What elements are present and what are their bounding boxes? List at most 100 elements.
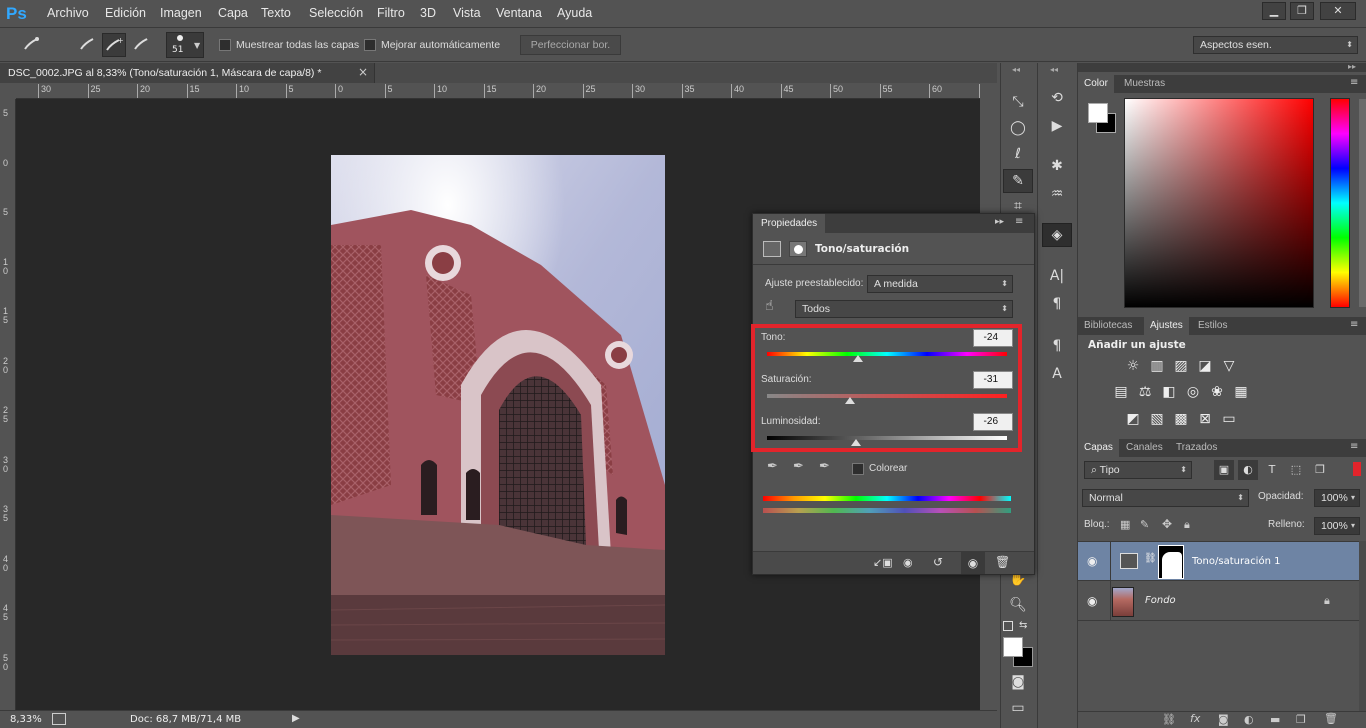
gradient-map-icon[interactable]: ▭ (1220, 410, 1238, 428)
lightness-input[interactable]: -26 (973, 413, 1013, 431)
filter-type-icon[interactable]: T (1262, 460, 1282, 480)
tab-libraries[interactable]: Bibliotecas (1078, 317, 1138, 335)
panel-menu-icon[interactable]: ≡ (1350, 441, 1358, 452)
menu-edicion[interactable]: Edición (105, 6, 146, 20)
foreground-color-chip[interactable] (1088, 103, 1108, 123)
layer-filter-select[interactable]: ⌕ Tipo ⬍ (1084, 461, 1192, 479)
foreground-color-swatch[interactable] (1003, 637, 1023, 657)
workspace-select[interactable]: Aspectos esen. ⬍ (1193, 36, 1358, 54)
paragraph-icon[interactable]: ¶ (1042, 293, 1072, 315)
quick-mask-icon[interactable]: ◙ (1003, 671, 1033, 693)
brightness-contrast-icon[interactable]: ☼ (1124, 357, 1142, 375)
channel-mixer-icon[interactable]: ❀ (1208, 383, 1226, 401)
visibility-eye-icon[interactable]: ◉ (1087, 554, 1097, 568)
status-menu-arrow-icon[interactable]: ▶ (292, 713, 300, 724)
document-tab[interactable]: DSC_0002.JPG al 8,33% (Tono/saturación 1… (0, 63, 375, 83)
lasso-tool-icon[interactable]: ℓ (1003, 143, 1033, 165)
layer-name[interactable]: Fondo (1145, 595, 1176, 606)
lock-transparent-icon[interactable]: ▦ (1120, 518, 1130, 531)
close-document-icon[interactable]: × (358, 65, 368, 79)
opacity-input[interactable]: 100% ▾ (1314, 489, 1360, 507)
filter-smart-object-icon[interactable]: ❐ (1310, 460, 1330, 480)
tab-properties[interactable]: Propiedades (753, 214, 826, 233)
reset-icon[interactable]: ↺ (933, 555, 943, 569)
panel-menu-icon[interactable]: ≡ (1350, 319, 1358, 330)
clip-to-layer-icon[interactable]: ↙▣ (873, 556, 893, 569)
layer-row-hue-saturation[interactable]: ◉ ⛓ Tono/saturación 1 (1078, 541, 1359, 582)
collapse-right-icon[interactable]: ▸▸ (1348, 62, 1356, 71)
quick-selection-tool-icon[interactable]: ✎ (1003, 169, 1033, 193)
menu-ayuda[interactable]: Ayuda (557, 6, 592, 20)
adjustment-icon[interactable] (763, 241, 781, 257)
tab-color[interactable]: Color (1078, 75, 1114, 93)
actions-play-icon[interactable]: ▶ (1042, 115, 1072, 137)
hue-saturation-icon[interactable]: ▤ (1112, 383, 1130, 401)
filter-toggle[interactable] (1353, 462, 1361, 476)
photo-filter-icon[interactable]: ◎ (1184, 383, 1202, 401)
new-layer-icon[interactable]: ❐ (1296, 713, 1306, 726)
marquee-tool-icon[interactable]: ◯ (1003, 117, 1033, 139)
new-selection-brush-icon[interactable] (76, 33, 100, 57)
expand-arrows-icon[interactable]: ▸▸ (995, 217, 1004, 227)
selective-color-icon[interactable]: ⊠ (1196, 410, 1214, 428)
menu-3d[interactable]: 3D (420, 6, 436, 20)
menu-filtro[interactable]: Filtro (377, 6, 405, 20)
levels-icon[interactable]: ▥ (1148, 357, 1166, 375)
fx-icon[interactable]: fx (1190, 712, 1200, 725)
colorize-checkbox[interactable] (852, 463, 864, 475)
new-adjustment-icon[interactable]: ◐ (1244, 713, 1254, 726)
threshold-icon[interactable]: ▩ (1172, 410, 1190, 428)
curves-icon[interactable]: ▨ (1172, 357, 1190, 375)
quick-selection-preset-icon[interactable] (20, 33, 44, 57)
layer-row-background[interactable]: ◉ Fondo 🔒︎ (1078, 582, 1359, 621)
color-balance-icon[interactable]: ⚖ (1136, 383, 1154, 401)
brushes-icon[interactable]: ♒ (1042, 183, 1072, 205)
targeted-adjustment-hand-icon[interactable]: ☝ (765, 298, 774, 314)
menu-ventana[interactable]: Ventana (496, 6, 542, 20)
panel-menu-icon[interactable]: ≡ (1350, 77, 1358, 88)
auto-enhance-checkbox[interactable] (364, 39, 376, 51)
brush-settings-icon[interactable]: ✱ (1042, 155, 1072, 177)
share-icon[interactable] (52, 713, 66, 725)
link-icon[interactable]: ⛓ (1144, 553, 1157, 564)
fill-input[interactable]: 100% ▾ (1314, 517, 1360, 535)
filter-pixel-icon[interactable]: ▣ (1214, 460, 1234, 480)
close-window-button[interactable]: ✕ (1320, 2, 1356, 20)
vibrance-icon[interactable]: ▽ (1220, 357, 1238, 375)
tab-swatches[interactable]: Muestras (1118, 75, 1171, 93)
collapse-arrows-icon[interactable]: ◂◂ (1050, 65, 1058, 74)
sample-all-layers-checkbox[interactable] (219, 39, 231, 51)
eyedropper-subtract-icon[interactable]: ✒ (819, 459, 830, 474)
color-scrollbar[interactable] (1359, 99, 1366, 307)
saturation-slider-track[interactable] (767, 394, 1007, 398)
channel-select[interactable]: Todos ⬍ (795, 300, 1013, 318)
vertical-ruler[interactable]: 5 0 5 1 0 1 5 2 0 2 5 3 0 3 5 4 0 4 5 5 0 (0, 99, 16, 710)
hue-strip[interactable] (1330, 98, 1350, 308)
color-field[interactable] (1124, 98, 1314, 308)
visibility-eye-icon[interactable]: ◉ (1087, 594, 1097, 608)
delete-icon[interactable]: 🗑︎ (995, 555, 1010, 569)
layers-scrollbar[interactable] (1359, 541, 1366, 711)
preset-select[interactable]: A medida ⬍ (867, 275, 1013, 293)
tab-styles[interactable]: Estilos (1192, 317, 1233, 335)
horizontal-ruler[interactable]: 302520151050510152025303540455055606 (16, 83, 980, 99)
menu-archivo[interactable]: Archivo (47, 6, 89, 20)
delete-layer-icon[interactable]: 🗑︎ (1324, 712, 1338, 725)
panel-menu-icon[interactable]: ≡ (1015, 216, 1023, 227)
document-photo[interactable] (331, 155, 665, 655)
default-colors-icon[interactable] (1003, 621, 1013, 631)
layer-mask-thumbnail[interactable] (1158, 545, 1184, 579)
black-white-icon[interactable]: ◧ (1160, 383, 1178, 401)
filter-adjustment-icon[interactable]: ◐ (1238, 460, 1258, 480)
menu-seleccion[interactable]: Selección (309, 6, 363, 20)
character-styles-icon[interactable]: A (1042, 363, 1072, 385)
color-lookup-icon[interactable]: ▦ (1232, 383, 1250, 401)
saturation-slider-thumb[interactable] (844, 397, 855, 404)
hue-slider-thumb[interactable] (853, 355, 864, 362)
screen-mode-icon[interactable]: ▭ (1003, 697, 1033, 719)
zoom-level[interactable]: 8,33% (10, 714, 42, 725)
tab-adjustments[interactable]: Ajustes (1144, 317, 1189, 335)
saturation-input[interactable]: -31 (973, 371, 1013, 389)
invert-icon[interactable]: ◩ (1124, 410, 1142, 428)
tab-paths[interactable]: Trazados (1170, 439, 1223, 457)
